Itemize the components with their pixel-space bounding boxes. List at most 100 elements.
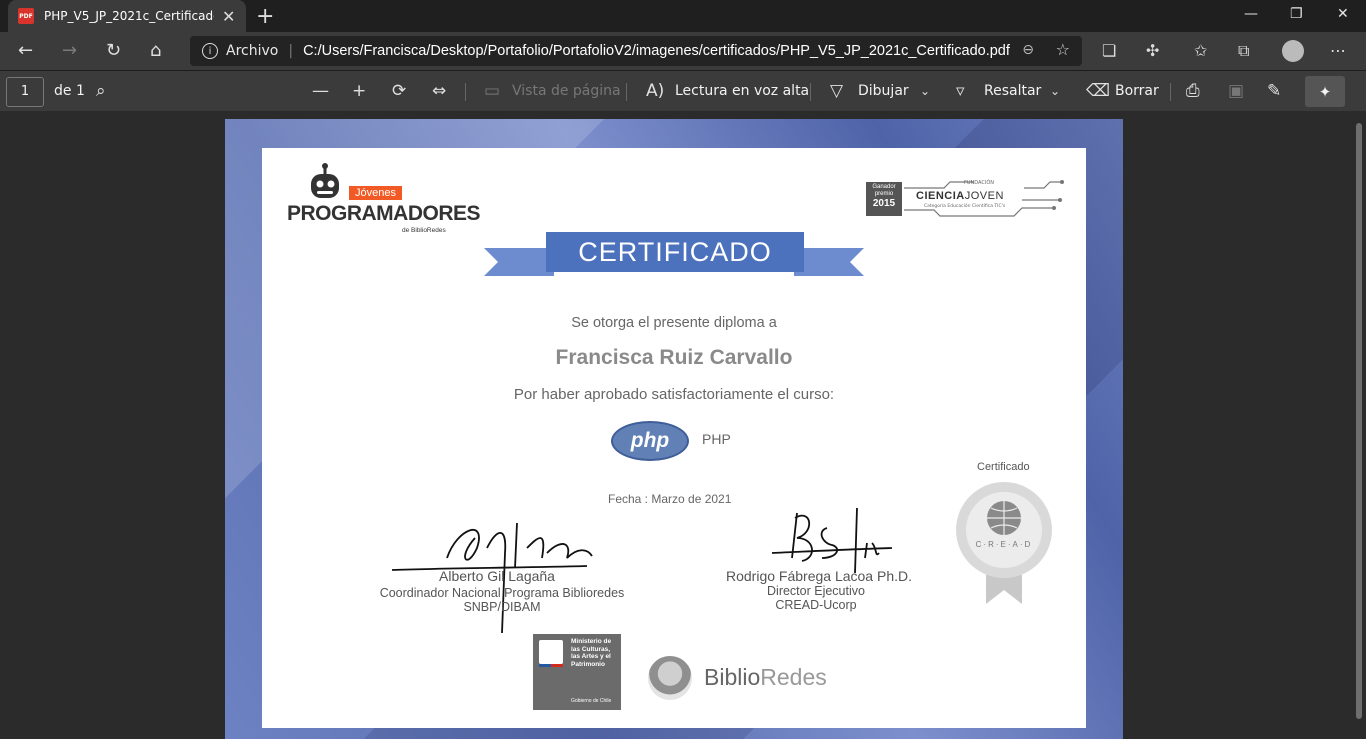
read-aloud-button[interactable]: Lectura en voz alta	[675, 83, 809, 99]
back-icon[interactable]: ←	[18, 40, 33, 61]
gov-text: Ministerio de las Culturas, las Artes y …	[571, 638, 612, 668]
pdf-viewer[interactable]: Jóvenes PROGRAMADORES de BiblioRedes Gan…	[0, 111, 1366, 739]
award-badge-top: Ganador premio	[872, 184, 896, 197]
toolbar-divider	[465, 83, 466, 101]
toolbar-divider	[1170, 83, 1171, 101]
biblioredes-icon	[648, 656, 692, 700]
signer2-role1: Director Ejecutivo	[767, 584, 865, 598]
seal-text: C·R·E·A·D	[975, 540, 1033, 549]
coat-of-arms-icon	[539, 640, 563, 664]
profile-icon[interactable]	[1282, 40, 1304, 62]
signer2-name: Rodrigo Fábrega Lacoa Ph.D.	[726, 568, 912, 584]
draw-button[interactable]: Dibujar	[858, 83, 909, 99]
course-name: PHP	[702, 431, 731, 447]
certificate-date: Fecha : Marzo de 2021	[608, 492, 732, 506]
address-scheme: Archivo	[226, 43, 279, 59]
signer1-name: Alberto Gil Lagaña	[439, 568, 555, 584]
biblio-b: Redes	[760, 664, 827, 690]
page-number-input[interactable]: 1	[6, 77, 44, 107]
extensions-icon[interactable]: ✣	[1146, 41, 1159, 60]
certificate-title: CERTIFICADO	[546, 232, 804, 272]
plus-icon[interactable]: +	[256, 4, 274, 29]
fit-page-icon[interactable]: ⇔	[432, 81, 446, 101]
brand-sub: de BiblioRedes	[402, 227, 446, 234]
cread-seal: C·R·E·A·D	[954, 478, 1054, 608]
brand-top: Jóvenes	[349, 186, 402, 200]
award-category: Categoría Educación Científica TIC's	[924, 204, 1006, 209]
award-org-name: CIENCIAJOVEN	[916, 190, 1004, 202]
more-icon[interactable]: ⋯	[1330, 41, 1346, 60]
award-org-name-a: CIENCIA	[916, 190, 965, 202]
award-badge-year: 2015	[872, 198, 896, 209]
award-org-name-b: JOVEN	[964, 190, 1004, 202]
signer2-role2: CREAD-Ucorp	[775, 598, 857, 612]
php-logo: php	[611, 421, 689, 461]
flag-bar	[539, 664, 563, 667]
address-separator: |	[288, 43, 294, 59]
page-view-button: Vista de página	[512, 83, 621, 99]
forward-icon[interactable]: →	[62, 40, 77, 61]
biblio-a: Biblio	[704, 664, 761, 690]
zoom-out-icon[interactable]: —	[312, 81, 329, 101]
highlight-button[interactable]: Resaltar	[984, 83, 1041, 99]
search-icon[interactable]: ⌕	[96, 81, 106, 101]
recipient-name: Francisca Ruiz Carvallo	[555, 346, 793, 369]
brand-main: PROGRAMADORES	[287, 202, 481, 225]
scrollbar-thumb[interactable]	[1356, 123, 1362, 719]
draw-icon[interactable]: ▽	[830, 81, 843, 101]
tab-title: PHP_V5_JP_2021c_Certificado.pdf	[44, 9, 214, 23]
print-icon[interactable]: ⎙	[1186, 81, 1200, 101]
pdf-page: Jóvenes PROGRAMADORES de BiblioRedes Gan…	[225, 119, 1123, 739]
intro-text: Se otorga el presente diploma a	[571, 315, 777, 331]
erase-button[interactable]: Borrar	[1115, 83, 1159, 99]
page-view-icon: ▭	[484, 81, 501, 101]
biblioredes-text: BiblioRedes	[704, 664, 827, 691]
read-aloud-icon[interactable]: A)	[646, 81, 664, 101]
zoom-in-icon[interactable]: +	[352, 81, 366, 101]
browser-tab[interactable]: PDF PHP_V5_JP_2021c_Certificado.pdf ✕	[8, 0, 246, 32]
navigation-bar: ← → ↻ ⌂ i Archivo | C:/Users/Francisca/D…	[0, 32, 1366, 70]
pin-icon[interactable]: ✦	[1305, 76, 1345, 107]
title-ribbon: CERTIFICADO	[484, 232, 864, 282]
save-as-icon[interactable]: ✎	[1267, 81, 1281, 101]
restore-icon[interactable]: ❐	[1290, 6, 1303, 22]
tab-actions-icon[interactable]: ⧉	[1238, 41, 1249, 61]
signer1-role1: Coordinador Nacional Programa Bibliorede…	[379, 586, 625, 600]
pdf-icon: PDF	[18, 8, 34, 24]
page-total: de 1	[54, 83, 85, 99]
highlight-icon[interactable]: ▿	[956, 81, 965, 101]
draw-chevron-down-icon[interactable]: ⌄	[920, 84, 930, 98]
signer1-role2: SNBP/DIBAM	[463, 600, 541, 614]
award-org-top: FUNDACIÓN	[964, 180, 995, 186]
certificate-card: Jóvenes PROGRAMADORES de BiblioRedes Gan…	[262, 148, 1086, 728]
ciencia-joven-logo: Ganador premio 2015 FUNDACIÓN CIENCIAJOV…	[864, 178, 1064, 222]
pdf-toolbar: 1 de 1 ⌕ — + ⟳ ⇔ ▭ Vista de página A) Le…	[0, 70, 1366, 111]
address-url[interactable]: C:/Users/Francisca/Desktop/Portafolio/Po…	[303, 43, 1010, 59]
robot-icon	[311, 163, 339, 198]
collections-icon[interactable]: ❏	[1102, 41, 1116, 60]
title-bar: PDF PHP_V5_JP_2021c_Certificado.pdf ✕ + …	[0, 0, 1366, 32]
reason-text: Por haber aprobado satisfactoriamente el…	[513, 386, 835, 403]
address-bar[interactable]: i Archivo | C:/Users/Francisca/Desktop/P…	[190, 36, 1082, 66]
erase-icon[interactable]: ⌫	[1086, 81, 1110, 101]
award-badge: Ganador premio 2015	[866, 182, 902, 216]
highlight-chevron-down-icon[interactable]: ⌄	[1050, 84, 1060, 98]
rotate-icon[interactable]: ⟳	[392, 81, 406, 101]
biblioredes-logo: BiblioRedes	[648, 650, 827, 704]
vertical-scrollbar[interactable]	[1354, 115, 1364, 725]
signature-2	[771, 507, 893, 574]
toolbar-divider	[626, 83, 627, 101]
ribbon-right	[794, 248, 864, 276]
refresh-icon[interactable]: ↻	[106, 40, 121, 61]
gobierno-logo: Ministerio de las Culturas, las Artes y …	[533, 634, 621, 710]
gov-footer: Gobierno de Chile	[571, 698, 612, 704]
close-window-icon[interactable]: ✕	[1337, 6, 1349, 22]
minimize-icon[interactable]: —	[1244, 6, 1258, 22]
favorite-add-icon[interactable]: ☆	[1056, 40, 1070, 59]
home-icon[interactable]: ⌂	[150, 40, 161, 61]
zoom-icon[interactable]: ⊖	[1022, 42, 1034, 58]
ribbon-left	[484, 248, 554, 276]
info-icon[interactable]: i	[202, 43, 218, 59]
close-icon[interactable]: ✕	[222, 7, 235, 26]
favorites-icon[interactable]: ✩	[1194, 41, 1207, 60]
